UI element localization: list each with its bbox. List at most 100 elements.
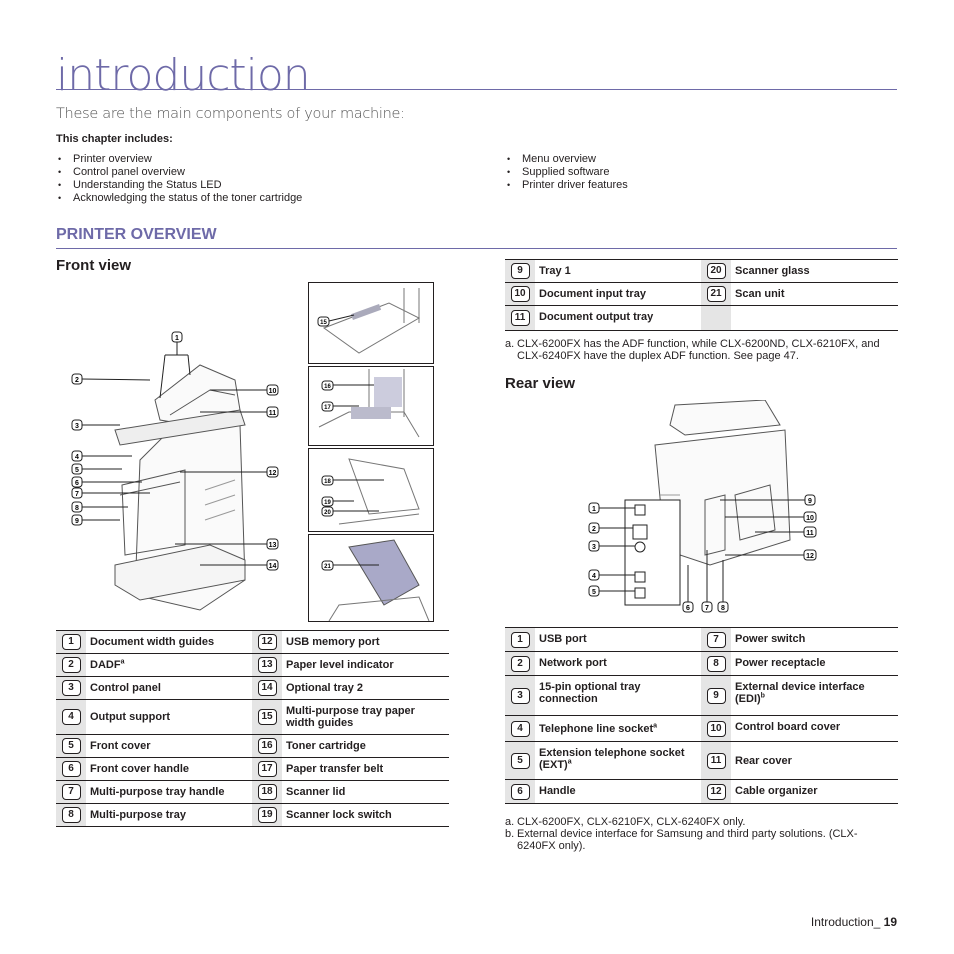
detail-figure-scanner: 18 19 20 xyxy=(308,448,434,532)
part-number-cell: 3 xyxy=(56,676,86,700)
callout: 13 xyxy=(266,538,279,550)
part-label: Scan unit xyxy=(731,282,898,306)
callout-number-badge: 6 xyxy=(510,783,530,800)
callout-number-badge: 3 xyxy=(510,687,530,704)
callout-number-badge: 16 xyxy=(257,738,277,754)
svg-text:20: 20 xyxy=(324,510,331,516)
svg-text:1: 1 xyxy=(175,335,179,342)
chapter-item[interactable]: Acknowledging the status of the toner ca… xyxy=(56,192,302,205)
svg-text:14: 14 xyxy=(269,563,277,570)
part-label: Extension telephone socket (EXT)a xyxy=(535,741,701,780)
callout-number-badge: 15 xyxy=(257,709,277,725)
chapter-item[interactable]: Understanding the Status LED xyxy=(56,179,302,192)
svg-text:19: 19 xyxy=(324,500,331,506)
part-number-cell: 4 xyxy=(505,715,535,742)
chapter-list-left: Printer overview Control panel overview … xyxy=(56,153,302,205)
callout-number-badge: 11 xyxy=(706,752,726,769)
title-divider xyxy=(56,89,897,90)
section-divider xyxy=(56,248,897,249)
callout-number-badge: 9 xyxy=(510,263,530,279)
table-row: 5 Extension telephone socket (EXT)a 11 Rear… xyxy=(505,741,898,780)
part-number-cell: 7 xyxy=(56,780,86,804)
callout-number-badge: 14 xyxy=(257,680,277,696)
svg-text:6: 6 xyxy=(686,605,690,612)
part-number-cell: 13 xyxy=(252,653,282,677)
part-label: Document input tray xyxy=(535,282,701,306)
detail-figure-scan-unit: 21 xyxy=(308,534,434,622)
table-row: 1 Document width guides 12 USB memory port xyxy=(56,630,449,654)
part-number-cell: 20 xyxy=(701,259,731,283)
part-number-cell: 12 xyxy=(252,630,282,654)
front-view-footnotes: a. CLX-6200FX has the ADF function, while… xyxy=(505,338,895,362)
part-label: Scanner lid xyxy=(282,780,449,804)
callout: 5 xyxy=(588,585,600,597)
part-number-cell: 19 xyxy=(252,803,282,827)
part-number-cell: 1 xyxy=(56,630,86,654)
svg-text:15: 15 xyxy=(320,320,327,326)
callout-number-badge: 5 xyxy=(510,752,530,769)
part-label: Document output tray xyxy=(535,305,701,331)
svg-text:13: 13 xyxy=(269,542,277,549)
callout-number-badge: 11 xyxy=(510,310,530,326)
part-number-cell: 2 xyxy=(56,653,86,677)
part-number-cell: 5 xyxy=(56,734,86,758)
callout-number-badge: 20 xyxy=(706,263,726,279)
part-number-cell: 21 xyxy=(701,282,731,306)
part-label: Toner cartridge xyxy=(282,734,449,758)
callout-number-badge: 4 xyxy=(510,720,530,737)
svg-text:12: 12 xyxy=(269,470,277,477)
table-row: 8 Multi-purpose tray 19 Scanner lock switch xyxy=(56,803,449,827)
part-label: Multi-purpose tray handle xyxy=(86,780,252,804)
footnote-marker: b xyxy=(760,692,765,700)
part-number-cell: 9 xyxy=(701,675,731,716)
footnote: a. CLX-6200FX has the ADF function, while… xyxy=(505,338,880,362)
svg-text:4: 4 xyxy=(75,454,79,461)
svg-text:3: 3 xyxy=(75,423,79,430)
part-label: Control panel xyxy=(86,676,252,700)
callout-number-badge: 10 xyxy=(706,720,726,737)
callout-number-badge: 12 xyxy=(257,634,277,650)
chapter-item[interactable]: Control panel overview xyxy=(56,166,302,179)
svg-text:21: 21 xyxy=(324,564,331,570)
part-number-cell: 2 xyxy=(505,651,535,676)
part-label: Tray 1 xyxy=(535,259,701,283)
part-label: 15-pin optional tray connection xyxy=(535,675,701,716)
callout: 2 xyxy=(588,522,600,534)
chapter-item[interactable]: Printer overview xyxy=(56,153,302,166)
callout: 12 xyxy=(803,549,817,561)
callout: 9 xyxy=(71,514,83,526)
svg-text:10: 10 xyxy=(269,388,277,395)
part-label: Cable organizer xyxy=(731,779,898,804)
part-number-cell: 3 xyxy=(505,675,535,716)
chapter-list-right: Menu overview Supplied software Printer … xyxy=(505,153,628,192)
part-label: Paper level indicator xyxy=(282,653,449,677)
part-label: USB memory port xyxy=(282,630,449,654)
callout: 4 xyxy=(71,450,83,462)
page-title: introduction xyxy=(56,50,311,101)
callout: 8 xyxy=(717,601,729,613)
svg-text:8: 8 xyxy=(75,505,79,512)
part-number-cell: 16 xyxy=(252,734,282,758)
rear-view-footnotes: a. CLX-6200FX, CLX-6210FX, CLX-6240FX onl… xyxy=(505,816,895,852)
callout: 6 xyxy=(71,476,83,488)
chapter-item[interactable]: Menu overview xyxy=(505,153,628,166)
svg-text:11: 11 xyxy=(269,410,277,417)
callout: 3 xyxy=(588,540,600,552)
chapter-item[interactable]: Printer driver features xyxy=(505,179,628,192)
callout: 10 xyxy=(803,511,817,523)
svg-text:8: 8 xyxy=(721,605,725,612)
callout-number-badge: 1 xyxy=(510,631,530,648)
chapter-item[interactable]: Supplied software xyxy=(505,166,628,179)
svg-text:18: 18 xyxy=(324,479,331,485)
part-label xyxy=(731,305,898,331)
svg-text:9: 9 xyxy=(75,518,79,525)
part-number-cell: 17 xyxy=(252,757,282,781)
svg-text:1: 1 xyxy=(592,506,596,513)
svg-text:6: 6 xyxy=(75,480,79,487)
footnote: b. External device interface for Samsung … xyxy=(505,828,858,852)
callout: 12 xyxy=(266,466,279,478)
callout: 14 xyxy=(266,559,279,571)
part-label: Telephone line socketa xyxy=(535,715,701,742)
part-number-cell: 10 xyxy=(701,715,731,742)
part-label: Scanner lock switch xyxy=(282,803,449,827)
